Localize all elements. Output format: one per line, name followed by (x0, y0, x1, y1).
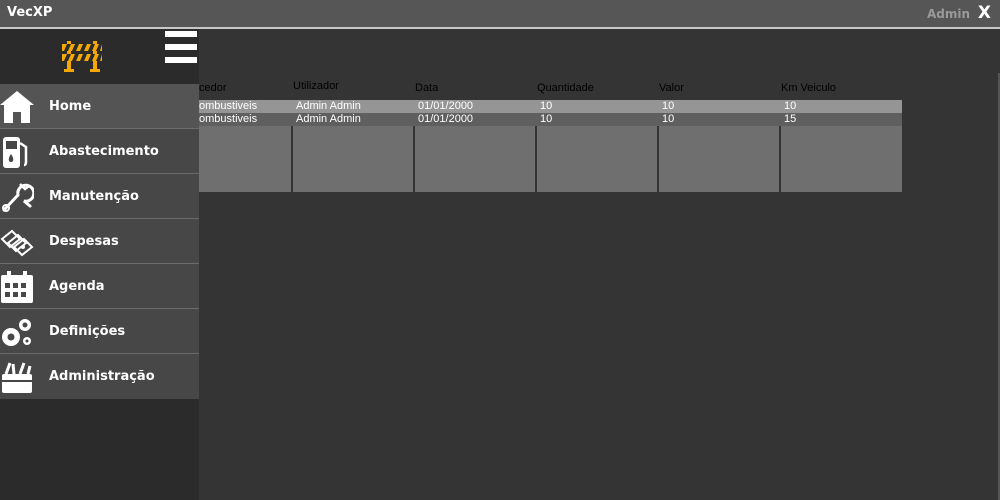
sidebar-item-label: Manutenção (49, 189, 139, 204)
sidebar-menu: Home Abastecimento Manutenção Despesas A… (0, 84, 199, 399)
sidebar-item-abastecimento[interactable]: Abastecimento (0, 129, 199, 174)
fuel-pump-icon (3, 137, 28, 168)
column-utilizador: Utilizador (293, 76, 413, 192)
column-header[interactable]: Valor (659, 82, 684, 94)
table-cell: 01/01/2000 (418, 100, 474, 112)
table-row[interactable]: ombustiveis Admin Admin 01/01/2000 10 10… (199, 100, 902, 113)
sidebar-item-label: Despesas (49, 234, 119, 249)
sidebar-item-manutencao[interactable]: Manutenção (0, 174, 199, 219)
sidebar-item-administracao[interactable]: Administração (0, 354, 199, 399)
table-cell: 10 (662, 113, 675, 125)
sidebar-item-definicoes[interactable]: Definições (0, 309, 199, 354)
user-name: Admin (926, 7, 970, 21)
sidebar-item-home[interactable]: Home (0, 84, 199, 129)
sidebar-header (0, 29, 199, 84)
hamburger-menu-icon[interactable] (165, 31, 197, 65)
table-cell: 10 (662, 100, 675, 112)
data-grid: cedor Utilizador Data Quantidade Valor K… (199, 76, 902, 192)
table-cell: 10 (784, 100, 797, 112)
table-row[interactable]: ombustiveis Admin Admin 01/01/2000 10 10… (199, 113, 902, 126)
sidebar-item-label: Definições (49, 324, 126, 339)
table-cell: 15 (784, 113, 797, 125)
column-header[interactable]: Utilizador (293, 80, 339, 92)
column-valor: Valor (659, 76, 779, 192)
road-barrier-icon (62, 41, 102, 72)
sidebar: Home Abastecimento Manutenção Despesas A… (0, 29, 199, 500)
table-cell: ombustiveis (199, 100, 258, 112)
sidebar-item-agenda[interactable]: Agenda (0, 264, 199, 309)
toolbox-icon (2, 362, 32, 393)
column-data: Data (415, 76, 535, 192)
calendar-icon (1, 271, 33, 303)
table-cell: Admin Admin (296, 100, 361, 112)
gears-icon (2, 319, 31, 346)
sidebar-item-despesas[interactable]: Despesas (0, 219, 199, 264)
sidebar-item-label: Home (49, 99, 92, 114)
table-cell: 01/01/2000 (418, 113, 474, 125)
sidebar-item-label: Abastecimento (49, 144, 159, 159)
table-cell: Admin Admin (296, 113, 361, 125)
table-cell: 10 (540, 113, 553, 125)
table-cell: ombustiveis (199, 113, 258, 125)
column-fornecedor: cedor (199, 76, 291, 192)
title-bar: VecXP Admin X (0, 0, 1000, 27)
money-icon (0, 229, 34, 257)
sidebar-item-label: Agenda (49, 279, 105, 294)
app-title: VecXP (7, 5, 53, 20)
home-icon (0, 91, 34, 123)
wrench-icon (2, 183, 34, 212)
sidebar-item-label: Administração (49, 369, 155, 384)
column-km-veiculo: Km Veiculo (781, 76, 902, 192)
column-header[interactable]: cedor (199, 82, 227, 94)
column-header[interactable]: Quantidade (537, 82, 594, 94)
table-cell: 10 (540, 100, 553, 112)
column-header[interactable]: Data (415, 82, 438, 94)
close-button[interactable]: X (978, 3, 991, 23)
column-header[interactable]: Km Veiculo (781, 82, 836, 94)
column-quantidade: Quantidade (537, 76, 657, 192)
